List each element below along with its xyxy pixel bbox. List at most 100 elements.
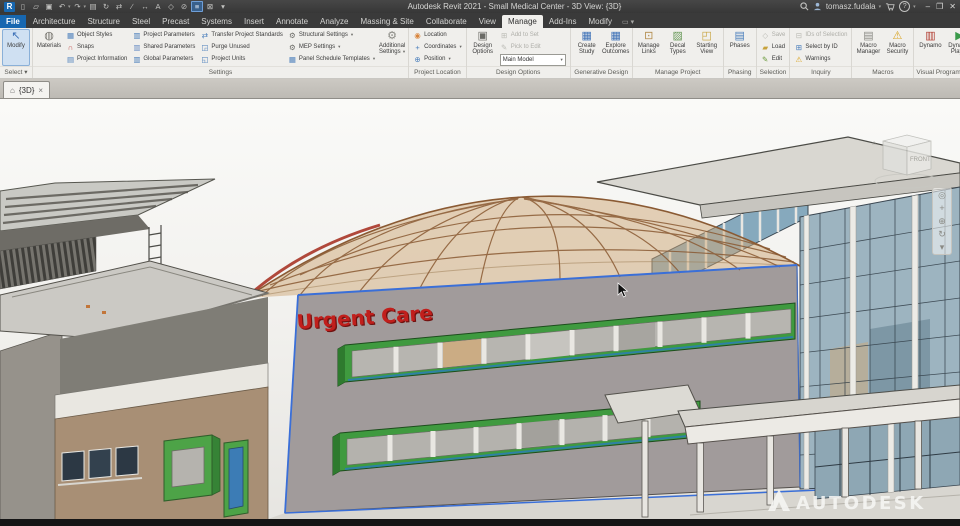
close-hidden-windows-icon[interactable]: ⊠ bbox=[204, 1, 216, 12]
new-file-icon[interactable]: ▯ bbox=[17, 1, 29, 12]
transfer-project-standards-button[interactable]: ⇄Transfer Project Standards bbox=[198, 29, 284, 41]
main-building-wall[interactable] bbox=[285, 265, 800, 513]
aligned-dimension-icon[interactable]: ↔ bbox=[139, 1, 151, 12]
panel-schedule-templates-button[interactable]: ▦Panel Schedule Templates▾ bbox=[286, 53, 377, 65]
save-selection-button-icon: ◇ bbox=[761, 31, 770, 40]
tab-precast[interactable]: Precast bbox=[156, 15, 195, 28]
project-units-button[interactable]: ◱Project Units bbox=[198, 53, 284, 65]
undo-icon[interactable]: ↶ bbox=[56, 1, 68, 12]
pan-icon[interactable]: + bbox=[939, 203, 944, 213]
explore-outcomes-button[interactable]: ▦Explore Outcomes bbox=[602, 29, 630, 66]
macro-security-button[interactable]: ⚠Macro Security bbox=[883, 29, 911, 66]
create-study-button[interactable]: ▦Create Study bbox=[573, 29, 601, 66]
modify-button[interactable]: ↖Modify bbox=[2, 29, 30, 66]
edit-selection-button[interactable]: ✎Edit bbox=[759, 53, 788, 65]
location-button[interactable]: ◉Location bbox=[411, 29, 464, 41]
text-icon[interactable]: A bbox=[152, 1, 164, 12]
phases-button[interactable]: ▤Phases bbox=[726, 29, 754, 66]
active-design-option-select[interactable]: Main Model▾ bbox=[500, 54, 566, 66]
user-icon[interactable] bbox=[813, 2, 822, 11]
dynamo-player-button[interactable]: ▶Dynamo Player bbox=[945, 29, 960, 66]
shared-parameters-button[interactable]: ▥Shared Parameters bbox=[130, 41, 197, 53]
close-button[interactable]: ✕ bbox=[949, 2, 956, 11]
starting-view-button[interactable]: ◰Starting View bbox=[693, 29, 721, 66]
viewcube-home-icon[interactable]: ⌂ bbox=[872, 140, 876, 147]
print-icon[interactable]: ▤ bbox=[87, 1, 99, 12]
project-information-button[interactable]: ▤Project Information bbox=[64, 53, 129, 65]
revit-logo[interactable]: R bbox=[4, 2, 15, 12]
tab-systems[interactable]: Systems bbox=[195, 15, 238, 28]
tab-add-ins[interactable]: Add-Ins bbox=[543, 15, 583, 28]
search-icon[interactable] bbox=[800, 2, 809, 11]
tab-modify[interactable]: Modify bbox=[582, 15, 618, 28]
signed-in-user[interactable]: tomasz.fudala bbox=[826, 2, 876, 11]
ids-of-selection-button[interactable]: ⊟IDs of Selection bbox=[792, 29, 849, 41]
design-options-button[interactable]: ▣Design Options bbox=[469, 29, 497, 66]
select-by-id-button[interactable]: ⊞Select by ID bbox=[792, 41, 849, 53]
position-button[interactable]: ⊕Position▾ bbox=[411, 53, 464, 65]
app-store-icon[interactable] bbox=[885, 2, 895, 11]
redo-icon[interactable]: ↷ bbox=[72, 1, 84, 12]
navigation-wheel-icon[interactable]: ◎ bbox=[938, 190, 946, 200]
minimize-button[interactable]: – bbox=[926, 2, 930, 11]
green-box-window[interactable] bbox=[164, 435, 220, 501]
save-selection-button[interactable]: ◇Save bbox=[759, 29, 788, 41]
dynamo-button[interactable]: ▥Dynamo bbox=[916, 29, 944, 66]
default-3d-view-icon[interactable]: ◇ bbox=[165, 1, 177, 12]
tab-manage[interactable]: Manage bbox=[502, 15, 543, 28]
tab-file[interactable]: File bbox=[0, 15, 26, 28]
help-menu-arrow[interactable]: ▾ bbox=[913, 4, 916, 10]
section-icon[interactable]: ⊘ bbox=[178, 1, 190, 12]
object-styles-button[interactable]: ▦Object Styles bbox=[64, 29, 129, 41]
structural-settings-button[interactable]: ⚙Structural Settings▾ bbox=[286, 29, 377, 41]
open-icon[interactable]: ▱ bbox=[30, 1, 42, 12]
measure-icon[interactable]: ∕ bbox=[126, 1, 138, 12]
tab-analyze[interactable]: Analyze bbox=[314, 15, 354, 28]
left-gray-wall[interactable] bbox=[0, 331, 62, 526]
tab-architecture[interactable]: Architecture bbox=[27, 15, 82, 28]
orbit-icon[interactable]: ↻ bbox=[938, 229, 946, 239]
project-parameters-button[interactable]: ▥Project Parameters bbox=[130, 29, 197, 41]
tab-massing-site[interactable]: Massing & Site bbox=[354, 15, 419, 28]
switch-windows-icon[interactable]: ⇄ bbox=[113, 1, 125, 12]
tab-view[interactable]: View bbox=[473, 15, 502, 28]
undo-icon-arrow[interactable]: ▾ bbox=[68, 4, 71, 10]
decal-types-button[interactable]: ▨Decal Types bbox=[664, 29, 692, 66]
ribbon-display-toggle[interactable]: ▭ ▾ bbox=[622, 18, 634, 28]
viewcube-left-face[interactable] bbox=[883, 141, 907, 175]
zoom-icon[interactable]: ⊕ bbox=[938, 216, 946, 226]
restore-button[interactable]: ❐ bbox=[936, 2, 943, 11]
additional-settings-button[interactable]: ⚙Additional Settings ▾ bbox=[378, 29, 406, 66]
save-icon[interactable]: ▣ bbox=[43, 1, 55, 12]
purge-unused-button[interactable]: ◲Purge Unused bbox=[198, 41, 284, 53]
load-selection-button[interactable]: ▰Load bbox=[759, 41, 788, 53]
macro-manager-button[interactable]: ▤Macro Manager bbox=[854, 29, 882, 66]
tab-insert[interactable]: Insert bbox=[238, 15, 270, 28]
drawing-area-3d-view[interactable]: Urgent Care Urgent Care bbox=[0, 99, 960, 526]
navbar-more-icon[interactable]: ▾ bbox=[940, 242, 945, 252]
tab-collaborate[interactable]: Collaborate bbox=[420, 15, 473, 28]
view-tab-3d[interactable]: ⌂ {3D} × bbox=[3, 81, 50, 98]
manage-links-button[interactable]: ⊡Manage Links bbox=[635, 29, 663, 66]
view-tab-close-icon[interactable]: × bbox=[38, 86, 43, 95]
tab-steel[interactable]: Steel bbox=[126, 15, 156, 28]
green-frame-door[interactable] bbox=[224, 440, 248, 517]
thin-lines-icon[interactable]: ≡ bbox=[191, 1, 203, 12]
customize-qat-icon[interactable]: ▾ bbox=[217, 1, 229, 12]
tab-annotate[interactable]: Annotate bbox=[270, 15, 314, 28]
global-parameters-button[interactable]: ▥Global Parameters bbox=[130, 53, 197, 65]
user-menu-arrow[interactable]: ▾ bbox=[879, 4, 882, 10]
add-to-set-button[interactable]: ⊞Add to Set bbox=[498, 29, 568, 41]
pick-to-edit-button[interactable]: ✎Pick to Edit bbox=[498, 41, 568, 53]
coordinates-button[interactable]: +Coordinates▾ bbox=[411, 41, 464, 53]
help-icon[interactable]: ? bbox=[899, 1, 910, 12]
tab-structure[interactable]: Structure bbox=[81, 15, 125, 28]
sync-icon[interactable]: ↻ bbox=[100, 1, 112, 12]
snaps-button[interactable]: ∩Snaps bbox=[64, 41, 129, 53]
left-wing-building[interactable] bbox=[0, 179, 268, 526]
navigation-bar[interactable]: ◎ + ⊕ ↻ ▾ bbox=[932, 187, 952, 255]
mep-settings-button[interactable]: ⚙MEP Settings▾ bbox=[286, 41, 377, 53]
materials-button[interactable]: ◍Materials bbox=[35, 29, 63, 66]
warnings-button[interactable]: ⚠Warnings bbox=[792, 53, 849, 65]
redo-icon-arrow[interactable]: ▾ bbox=[84, 4, 87, 10]
